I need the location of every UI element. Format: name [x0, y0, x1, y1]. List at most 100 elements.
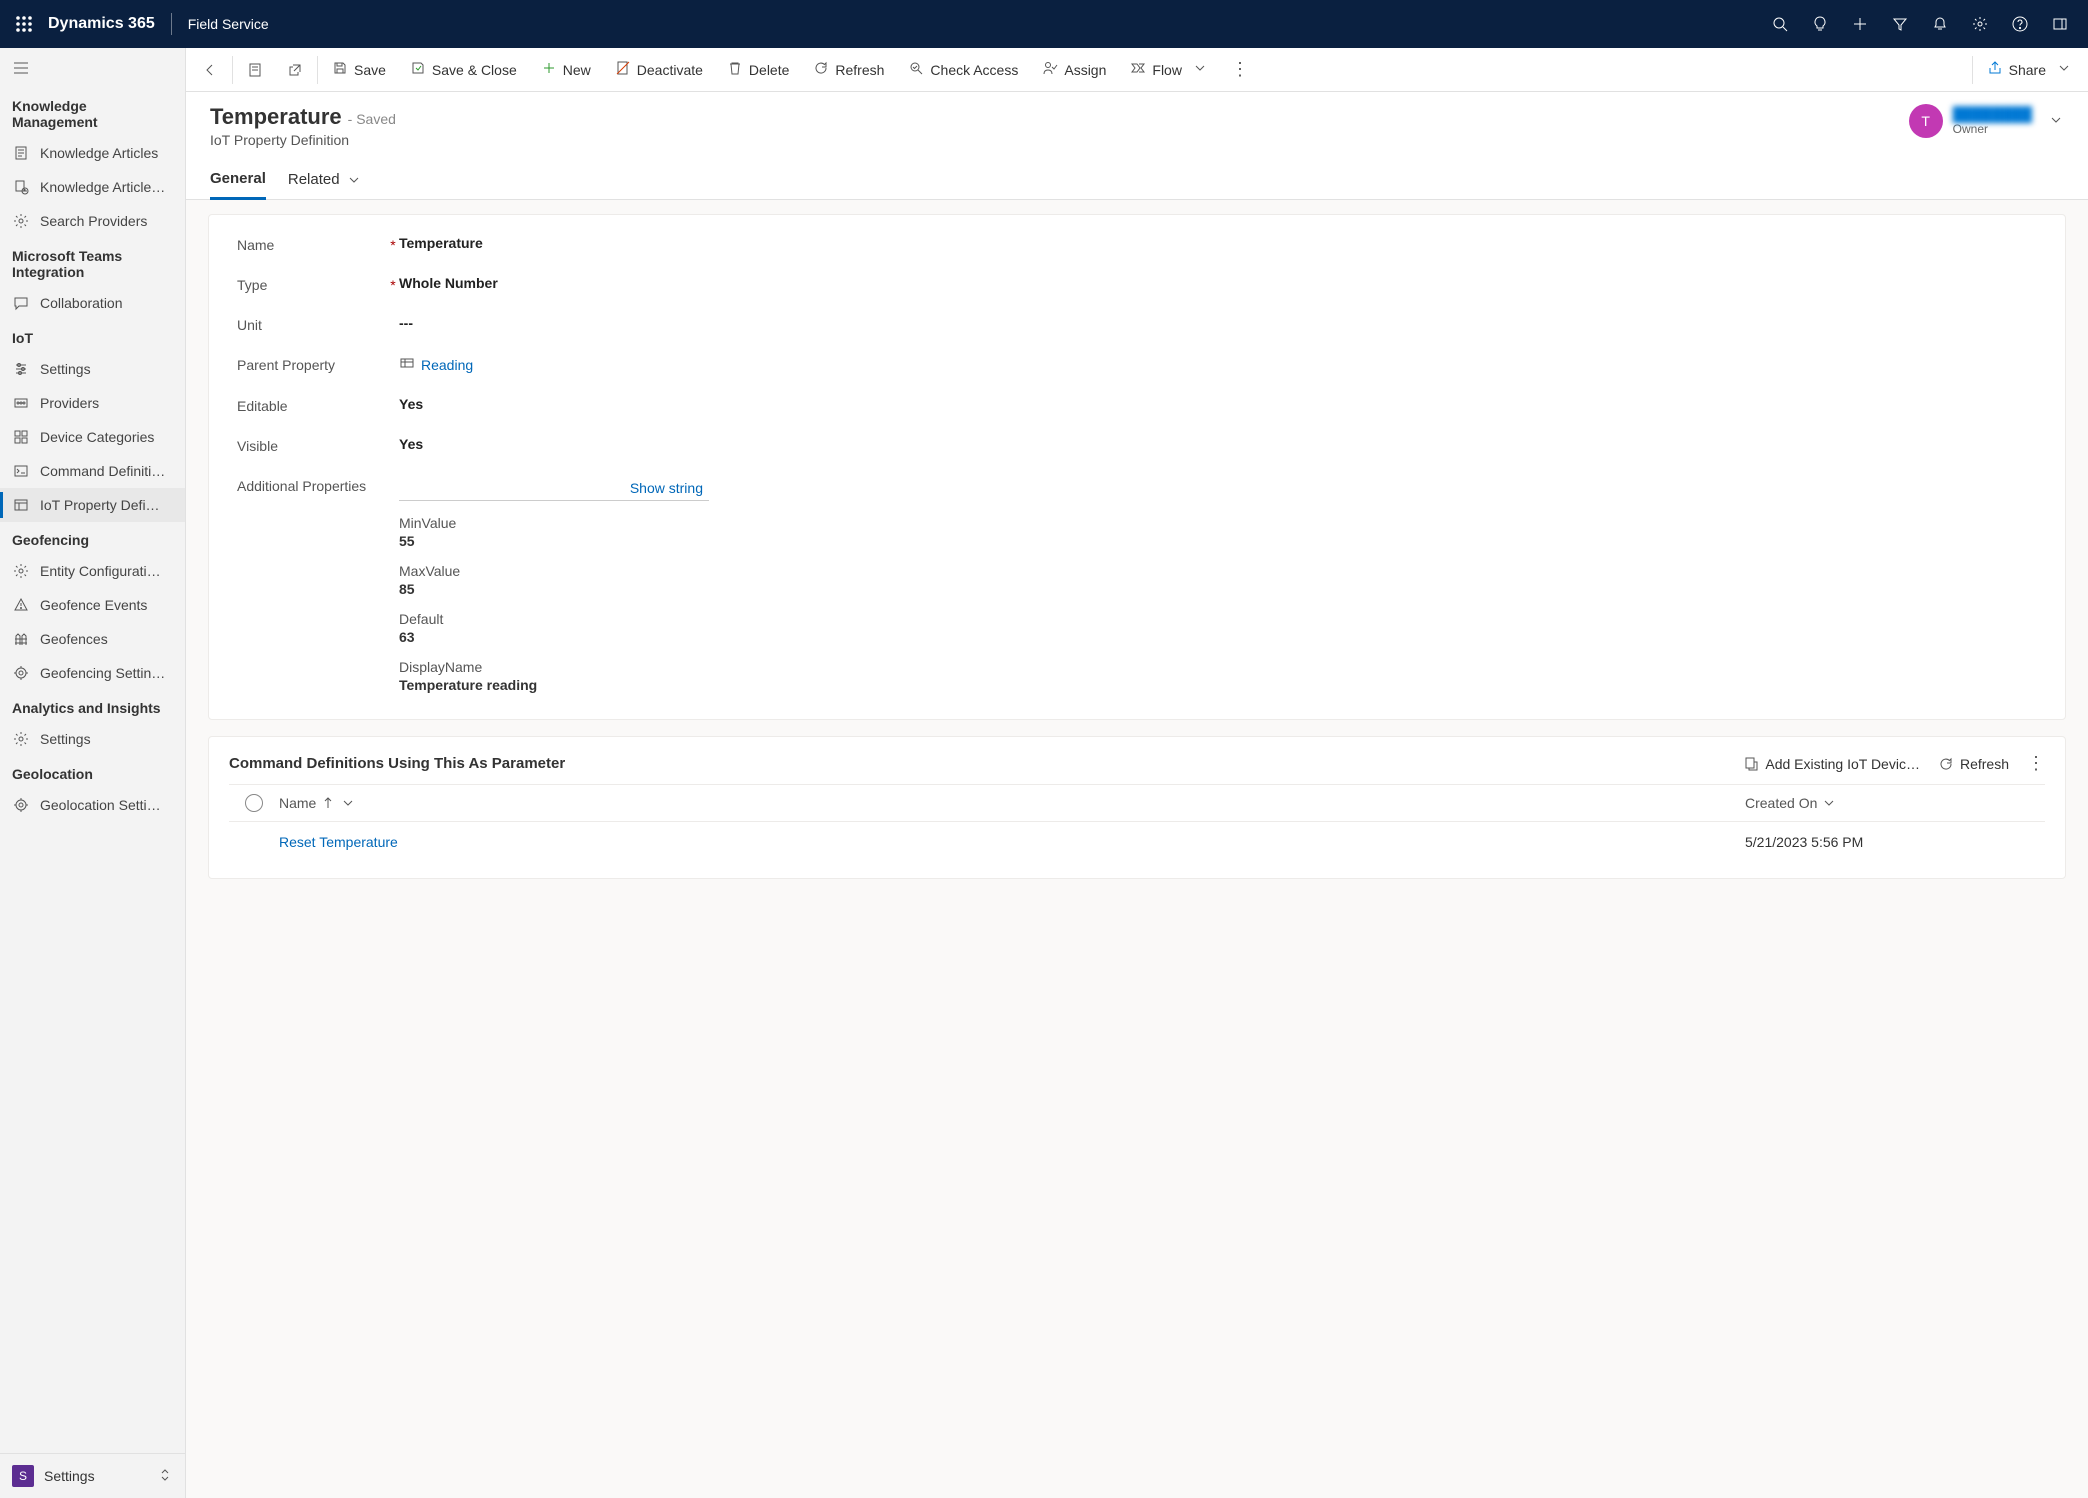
subgrid-add-existing-button[interactable]: Add Existing IoT Devic…	[1743, 756, 1920, 772]
filter-icon[interactable]	[1880, 0, 1920, 48]
lightbulb-icon[interactable]	[1800, 0, 1840, 48]
subgrid-more-button[interactable]: ⋮	[2027, 753, 2045, 774]
sidebar-item[interactable]: Geolocation Setti…	[0, 788, 185, 822]
save-close-button[interactable]: Save & Close	[398, 48, 529, 92]
ap-label-max: MaxValue	[399, 563, 2037, 579]
warning-icon	[12, 596, 30, 614]
sidebar-item[interactable]: Geofence Events	[0, 588, 185, 622]
owner-role-label: Owner	[1953, 122, 2032, 136]
field-value-visible[interactable]: Yes	[399, 436, 2037, 452]
record-save-status: - Saved	[348, 111, 396, 127]
gear-icon[interactable]	[1960, 0, 2000, 48]
sidebar-item[interactable]: IoT Property Defi…	[0, 488, 185, 522]
sidebar-item[interactable]: Knowledge Articles	[0, 136, 185, 170]
owner-block[interactable]: T ████████ Owner	[1909, 104, 2064, 138]
sidebar-item[interactable]: Knowledge Article…	[0, 170, 185, 204]
sidebar-item[interactable]: Device Categories	[0, 420, 185, 454]
column-header-name[interactable]: Name	[279, 795, 1745, 811]
app-launcher-icon[interactable]	[8, 8, 40, 40]
delete-button[interactable]: Delete	[715, 48, 801, 92]
field-value-unit[interactable]: ---	[399, 315, 2037, 331]
new-button[interactable]: New	[529, 48, 603, 92]
ap-value-max[interactable]: 85	[399, 581, 2037, 597]
app-name[interactable]: Field Service	[188, 16, 269, 32]
sidebar-item-label: Geofencing Settin…	[40, 665, 165, 681]
sidebar-item[interactable]: Collaboration	[0, 286, 185, 320]
sidebar-item[interactable]: Search Providers	[0, 204, 185, 238]
sidebar-item-label: Providers	[40, 395, 99, 411]
field-value-parent[interactable]: Reading	[399, 355, 2037, 374]
field-label-visible: Visible	[237, 436, 387, 454]
flow-button[interactable]: Flow	[1118, 48, 1220, 92]
sidebar-item[interactable]: Settings	[0, 722, 185, 756]
select-all-checkbox[interactable]	[245, 794, 263, 812]
ap-value-default[interactable]: 63	[399, 629, 2037, 645]
chevron-down-icon	[2056, 60, 2072, 79]
save-button[interactable]: Save	[320, 48, 398, 92]
share-icon	[1987, 60, 2003, 79]
flow-icon	[1130, 60, 1146, 79]
form-tabs: General Related	[186, 162, 2088, 200]
tab-related[interactable]: Related	[288, 162, 362, 199]
plus-icon[interactable]	[1840, 0, 1880, 48]
search-icon[interactable]	[1760, 0, 1800, 48]
save-close-icon	[410, 60, 426, 79]
sidebar-item[interactable]: Geofences	[0, 622, 185, 656]
table-row[interactable]: Reset Temperature5/21/2023 5:56 PM	[229, 822, 2045, 862]
site-switcher[interactable]: S Settings	[0, 1454, 185, 1498]
tab-general[interactable]: General	[210, 162, 266, 200]
sliders-icon	[12, 360, 30, 378]
assign-button[interactable]: Assign	[1030, 48, 1118, 92]
sidebar-item[interactable]: Providers	[0, 386, 185, 420]
sidebar-item-label: Knowledge Articles	[40, 145, 158, 161]
field-value-type[interactable]: Whole Number	[399, 275, 2037, 291]
back-button[interactable]	[190, 48, 230, 92]
record-title: Temperature	[210, 104, 342, 129]
sidebar-group-title: Knowledge Management	[0, 88, 185, 136]
owner-avatar: T	[1909, 104, 1943, 138]
hamburger-icon[interactable]	[0, 48, 185, 88]
show-string-toggle[interactable]: Show string	[399, 476, 709, 501]
sidebar-item[interactable]: Entity Configurati…	[0, 554, 185, 588]
owner-name: ████████	[1953, 106, 2032, 122]
sidebar-item[interactable]: Geofencing Settin…	[0, 656, 185, 690]
ap-label-min: MinValue	[399, 515, 2037, 531]
doc-clock-icon	[12, 178, 30, 196]
category-icon	[12, 428, 30, 446]
bell-icon[interactable]	[1920, 0, 1960, 48]
ap-label-default: Default	[399, 611, 2037, 627]
check-access-button[interactable]: Check Access	[896, 48, 1030, 92]
sidebar: Knowledge Management Knowledge Articles Kn…	[0, 48, 186, 1498]
terminal-icon	[12, 462, 30, 480]
help-icon[interactable]	[2000, 0, 2040, 48]
sidebar-item[interactable]: Settings	[0, 352, 185, 386]
ap-value-min[interactable]: 55	[399, 533, 2037, 549]
field-value-editable[interactable]: Yes	[399, 396, 2037, 412]
open-record-set-button[interactable]	[235, 48, 275, 92]
sidebar-item-label: Geofence Events	[40, 597, 147, 613]
brand-label: Dynamics 365	[48, 15, 155, 33]
sidebar-group-title: IoT	[0, 320, 185, 352]
sidebar-group-title: Analytics and Insights	[0, 690, 185, 722]
sidebar-item-label: Geofences	[40, 631, 108, 647]
form-header: Temperature- Saved IoT Property Definiti…	[186, 92, 2088, 148]
sidebar-item[interactable]: Command Definiti…	[0, 454, 185, 488]
sidebar-group-title: Microsoft Teams Integration	[0, 238, 185, 286]
deactivate-icon	[615, 60, 631, 79]
field-value-name[interactable]: Temperature	[399, 235, 2037, 251]
ap-value-displayname[interactable]: Temperature reading	[399, 677, 2037, 693]
subgrid-table: Name Created On Reset Temperature5/21/20…	[229, 784, 2045, 862]
chevron-down-icon[interactable]	[2048, 112, 2064, 131]
popout-button[interactable]	[275, 48, 315, 92]
subgrid-refresh-button[interactable]: Refresh	[1938, 756, 2009, 772]
deactivate-button[interactable]: Deactivate	[603, 48, 715, 92]
panel-icon[interactable]	[2040, 0, 2080, 48]
assign-icon	[1042, 60, 1058, 79]
trash-icon	[727, 60, 743, 79]
refresh-button[interactable]: Refresh	[801, 48, 896, 92]
row-name-link[interactable]: Reset Temperature	[279, 834, 398, 850]
global-header: Dynamics 365 Field Service	[0, 0, 2088, 48]
column-header-created[interactable]: Created On	[1745, 795, 2045, 811]
share-button[interactable]: Share	[1975, 48, 2084, 92]
more-commands-button[interactable]: ⋮	[1220, 48, 1260, 92]
